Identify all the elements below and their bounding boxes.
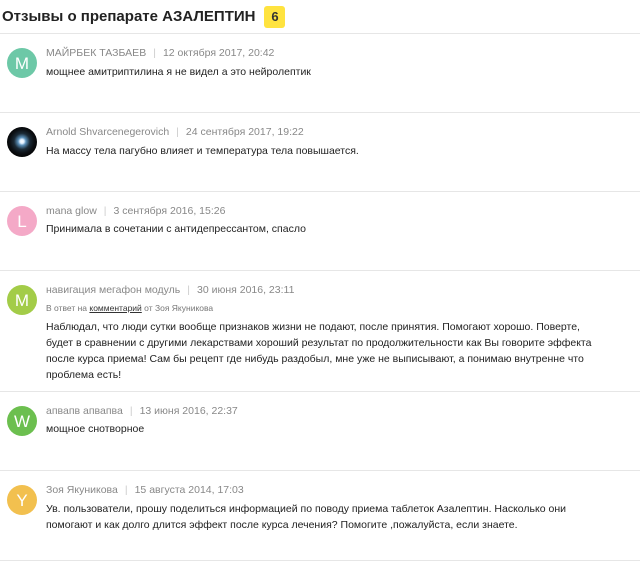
galaxy-photo-avatar [7,127,37,157]
review-item: M навигация мегафон модуль | 30 июня 2016,… [0,271,640,392]
meta-separator: | [176,126,179,138]
review-text: Наблюдал, что люди сутки вообще признако… [46,321,592,381]
reply-prefix: В ответ на [46,303,88,313]
review-meta: Arnold Shvarcenegerovich | 24 сентября 201… [46,126,304,138]
review-item: M МАЙРБЕК ТАЗБАЕВ | 12 октября 2017, 20:42… [0,34,640,113]
avatar: L [7,206,37,236]
reply-info: В ответ на комментарий от Зоя Якуникова [46,303,213,313]
review-text: На массу тела пагубно влияет и температу… [46,145,359,157]
meta-separator: | [187,284,190,296]
review-date: 30 июня 2016, 23:11 [197,284,295,296]
review-item: L mana glow | 3 сентября 2016, 15:26 Прини… [0,192,640,271]
meta-separator: | [153,47,156,59]
review-count-badge: 6 [264,5,286,28]
review-meta: навигация мегафон модуль | 30 июня 2016, 2… [46,284,294,296]
reviews-header: Отзывы о препарате АЗАЛЕПТИН 6 [0,0,640,34]
review-date: 15 августа 2014, 17:03 [134,484,244,496]
page-title: Отзывы о препарате АЗАЛЕПТИН [2,8,256,25]
review-text: мощное снотворное [46,423,145,435]
review-date: 12 октября 2017, 20:42 [162,47,275,59]
meta-separator: | [103,205,107,217]
review-list: M МАЙРБЕК ТАЗБАЕВ | 12 октября 2017, 20:42… [0,34,640,561]
review-author: МАЙРБЕК ТАЗБАЕВ [46,47,147,59]
review-item: Arnold Shvarcenegerovich | 24 сентября 201… [0,113,640,192]
avatar: W [7,406,37,436]
review-author: Arnold Shvarcenegerovich [46,126,170,138]
meta-separator: | [124,484,128,496]
review-text: мощнее амитриптилина я не видел а это не… [46,66,311,78]
reply-to-author: от Зоя Якуникова [144,303,214,313]
avatar: M [7,48,37,78]
review-date: 13 июня 2016, 22:37 [139,405,238,417]
review-text: Ув. пользователи, прошу поделиться инфор… [46,503,566,531]
review-author: навигация мегафон модуль [46,284,181,296]
review-meta: mana glow | 3 сентября 2016, 15:26 [46,205,225,217]
review-author: mana glow [46,205,97,217]
review-date: 24 сентября 2017, 19:22 [185,126,304,138]
review-text: Принимала в сочетании с антидепрессантом… [46,223,306,235]
meta-separator: | [129,405,133,417]
review-author: Зоя Якуникова [46,484,118,496]
review-item: Y Зоя Якуникова | 15 августа 2014, 17:03 У… [0,471,640,561]
review-item: W апвапв апвапва | 13 июня 2016, 22:37 мощ… [0,392,640,471]
reply-comment-link[interactable]: комментарий [89,303,141,313]
review-author: апвапв апвапва [46,405,123,417]
review-date: 3 сентября 2016, 15:26 [113,205,226,217]
review-meta: апвапв апвапва | 13 июня 2016, 22:37 [46,405,238,417]
avatar: Y [7,485,37,515]
review-meta: Зоя Якуникова | 15 августа 2014, 17:03 [46,484,244,496]
review-meta: МАЙРБЕК ТАЗБАЕВ | 12 октября 2017, 20:42 [46,47,274,59]
avatar: M [7,285,37,315]
